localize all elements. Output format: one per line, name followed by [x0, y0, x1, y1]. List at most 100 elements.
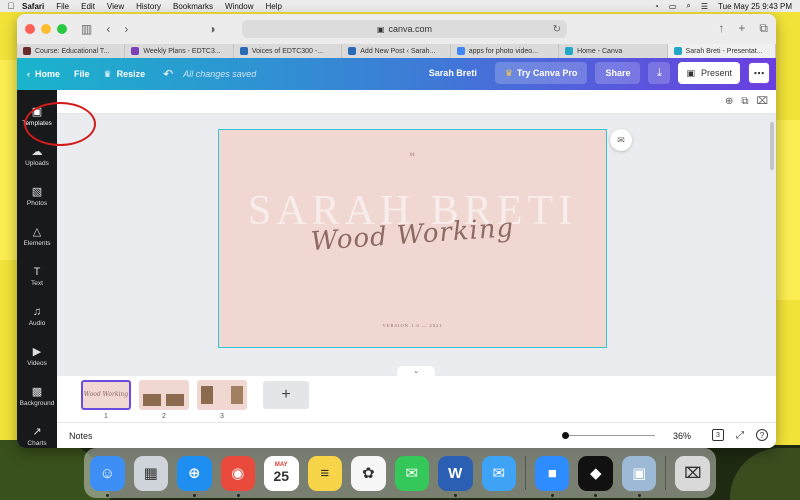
- dock-photos-icon[interactable]: ✿: [351, 455, 386, 491]
- running-indicator: [236, 493, 240, 497]
- dock-preview-icon[interactable]: ▣: [621, 455, 657, 497]
- canvas-scrollbar[interactable]: [770, 122, 774, 170]
- menubar-app-name[interactable]: Safari: [22, 2, 44, 11]
- control-center-icon[interactable]: ☰: [701, 2, 708, 11]
- battery-icon[interactable]: ▭: [669, 2, 677, 11]
- slide-version-text[interactable]: VERSION 1.0 — 2021: [219, 323, 606, 328]
- canva-header: ‹ Home File ♛ Resize ↶ All changes saved…: [17, 58, 776, 90]
- back-icon[interactable]: ‹: [106, 22, 110, 36]
- browser-tab[interactable]: Home - Canva: [559, 44, 668, 58]
- dock-mail-icon[interactable]: ✉: [481, 455, 516, 491]
- menu-file[interactable]: File: [56, 2, 69, 11]
- editor-toolbar: ⊕ ⧉ ⌧: [57, 90, 776, 114]
- page-thumbnail-1[interactable]: Wood Working: [81, 380, 131, 410]
- delete-page-icon[interactable]: ⌧: [756, 96, 768, 107]
- page-thumbnail-3[interactable]: [197, 380, 247, 410]
- running-indicator: [594, 493, 598, 497]
- share-page-icon[interactable]: ↑: [718, 21, 724, 36]
- menu-history[interactable]: History: [136, 2, 161, 11]
- sidebar-item-background[interactable]: ▩ Background: [17, 378, 57, 414]
- resize-button[interactable]: ♛ Resize: [104, 69, 146, 80]
- page-count-button[interactable]: 3: [712, 429, 724, 441]
- present-button[interactable]: ▣ Present: [678, 62, 740, 84]
- browser-tab[interactable]: Weekly Plans - EDTC3...: [125, 44, 234, 58]
- add-page-button[interactable]: +: [263, 381, 309, 409]
- file-label: File: [74, 69, 90, 79]
- design-title[interactable]: Sarah Breti: [429, 68, 477, 78]
- download-button[interactable]: ⤓: [648, 62, 671, 84]
- zoom-slider[interactable]: [565, 435, 655, 436]
- forward-icon[interactable]: ›: [124, 22, 128, 36]
- add-comment-button[interactable]: ✉: [610, 129, 632, 151]
- page-thumbnail-2[interactable]: [139, 380, 189, 410]
- zoom-slider-handle[interactable]: [562, 432, 569, 439]
- dock-notes-icon[interactable]: ≡: [307, 455, 342, 491]
- close-window-button[interactable]: [25, 24, 35, 34]
- wifi-icon[interactable]: ◔: [654, 2, 659, 11]
- file-menu-button[interactable]: File: [74, 69, 90, 79]
- address-bar[interactable]: ▣ canva.com ↻: [242, 20, 567, 38]
- minimize-window-button[interactable]: [41, 24, 51, 34]
- collapse-pages-button[interactable]: ⌄: [397, 366, 435, 376]
- dock-trash-icon[interactable]: ⌧: [675, 455, 710, 491]
- dock-messages-icon[interactable]: ✉: [394, 455, 429, 491]
- chevron-left-icon: ‹: [27, 69, 30, 79]
- try-canva-pro-button[interactable]: ♛ Try Canva Pro: [494, 62, 588, 84]
- zoom-level[interactable]: 36%: [673, 431, 691, 441]
- fullscreen-icon[interactable]: ⤢: [736, 430, 744, 441]
- sidebar-item-charts[interactable]: ↗ Charts: [17, 418, 57, 448]
- dock-filmora-icon[interactable]: ◆: [578, 455, 613, 497]
- share-button[interactable]: Share: [595, 62, 641, 84]
- zoom-window-button[interactable]: [57, 24, 67, 34]
- dock-word-icon[interactable]: W: [438, 455, 473, 497]
- menu-view[interactable]: View: [107, 2, 124, 11]
- apple-icon[interactable]: : [0, 1, 22, 11]
- browser-tab[interactable]: Sarah Breti - Presentat...: [667, 44, 776, 58]
- dock-safari-icon[interactable]: ⊕: [177, 455, 212, 497]
- dock-finder-icon[interactable]: ☺: [90, 455, 125, 497]
- new-tab-icon[interactable]: +: [738, 21, 745, 36]
- crown-icon: ♛: [504, 67, 513, 78]
- page-number: 3: [220, 413, 224, 420]
- dock-chrome-icon[interactable]: ◉: [220, 455, 255, 497]
- sidebar-item-videos[interactable]: ▶ Videos: [17, 338, 57, 374]
- more-options-button[interactable]: ⋯: [748, 62, 770, 84]
- undo-icon[interactable]: ↶: [163, 67, 173, 81]
- menu-help[interactable]: Help: [265, 2, 281, 11]
- browser-tab[interactable]: Voices of EDTC300 -...: [234, 44, 343, 58]
- background-icon: ▩: [31, 385, 43, 398]
- browser-tab[interactable]: Add New Post ‹ Sarah...: [342, 44, 451, 58]
- dock-calendar-icon[interactable]: MAY 25: [264, 455, 299, 491]
- dock-launchpad-icon[interactable]: ▦: [133, 455, 168, 491]
- download-icon: ⤓: [657, 66, 662, 79]
- menubar-clock[interactable]: Tue May 25 9:43 PM: [718, 2, 792, 11]
- menu-window[interactable]: Window: [225, 2, 253, 11]
- slide-number-text[interactable]: 01: [219, 153, 606, 158]
- safari-toolbar: ▥ ‹ › ◑ ▣ canva.com ↻ ↑ + ⧉: [17, 14, 776, 44]
- duplicate-page-icon[interactable]: ⧉: [741, 96, 748, 107]
- menu-bookmarks[interactable]: Bookmarks: [173, 2, 213, 11]
- help-button[interactable]: ?: [756, 429, 768, 441]
- home-button[interactable]: ‹ Home: [27, 69, 60, 79]
- browser-tab[interactable]: apps for photo video...: [451, 44, 560, 58]
- present-icon: ▣: [686, 67, 695, 78]
- add-page-icon[interactable]: ⊕: [725, 96, 733, 107]
- crown-icon: ♛: [103, 68, 112, 79]
- tab-overview-icon[interactable]: ⧉: [759, 21, 768, 36]
- menu-edit[interactable]: Edit: [81, 2, 95, 11]
- browser-tab[interactable]: Course: Educational T...: [17, 44, 126, 58]
- notes-button[interactable]: Notes: [69, 431, 93, 441]
- search-icon[interactable]: ⌕: [686, 1, 690, 11]
- sidebar-toggle-icon[interactable]: ▥: [81, 22, 92, 36]
- finder-glyph: ☺: [99, 464, 115, 482]
- sidebar-item-audio[interactable]: ♫ Audio: [17, 298, 57, 334]
- slide-canvas[interactable]: 01 SARAH BRETI Wood Working VERSION 1.0 …: [218, 129, 607, 348]
- canvas-area[interactable]: 01 SARAH BRETI Wood Working VERSION 1.0 …: [57, 114, 776, 376]
- ellipsis-icon: ⋯: [753, 67, 765, 80]
- privacy-shield-icon[interactable]: ◑: [208, 22, 215, 36]
- sidebar-item-photos[interactable]: ▧ Photos: [17, 178, 57, 214]
- dock-zoom-icon[interactable]: ■: [534, 455, 570, 497]
- reload-icon[interactable]: ↻: [553, 24, 561, 35]
- sidebar-item-elements[interactable]: △ Elements: [17, 218, 57, 254]
- sidebar-item-text[interactable]: T Text: [17, 258, 57, 294]
